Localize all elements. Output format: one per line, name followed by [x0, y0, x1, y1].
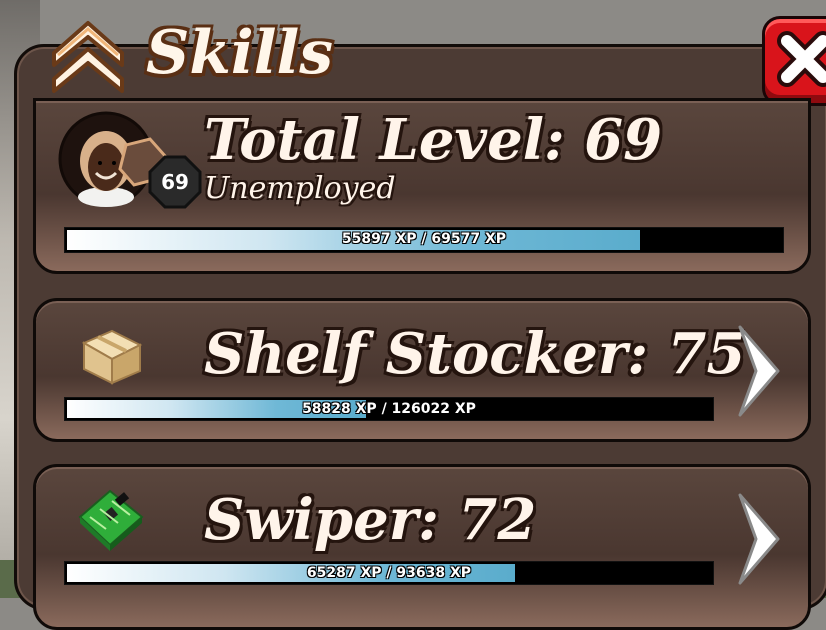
page-title: Skills: [146, 18, 334, 88]
skill-name-label: Shelf Stocker: 75: [204, 321, 746, 387]
panel-header: Skills: [48, 8, 333, 98]
total-xp-text: 55897 XP / 69577 XP: [341, 231, 507, 247]
double-chevron-up-icon: [52, 21, 124, 93]
level-badge: 69: [148, 155, 202, 209]
close-icon: [777, 31, 826, 87]
skill-xp-text: 58828 XP / 126022 XP: [302, 401, 476, 417]
total-level-card: 69 Total Level: 69 Unemployed 55897 XP /…: [33, 98, 811, 274]
close-button[interactable]: [762, 16, 826, 106]
level-badge-number: 69: [161, 170, 189, 194]
player-avatar: 69: [58, 111, 202, 209]
job-label: Unemployed: [204, 171, 396, 206]
chevron-right-icon[interactable]: [730, 489, 790, 589]
skill-card-swiper[interactable]: Swiper: 72 65287 XP / 93638 XP: [33, 464, 811, 630]
total-xp-bar: 55897 XP / 69577 XP: [64, 227, 784, 253]
chevron-right-icon[interactable]: [730, 321, 790, 421]
skill-xp-bar: 65287 XP / 93638 XP: [64, 561, 714, 585]
skill-xp-bar: 58828 XP / 126022 XP: [64, 397, 714, 421]
circuit-board-icon: [78, 489, 144, 551]
skill-card-shelf-stocker[interactable]: Shelf Stocker: 75 58828 XP / 126022 XP: [33, 298, 811, 442]
skill-xp-text: 65287 XP / 93638 XP: [306, 565, 472, 581]
total-level-label: Total Level: 69: [204, 107, 663, 173]
skill-name-label: Swiper: 72: [204, 487, 537, 553]
cardboard-box-icon: [81, 329, 143, 385]
